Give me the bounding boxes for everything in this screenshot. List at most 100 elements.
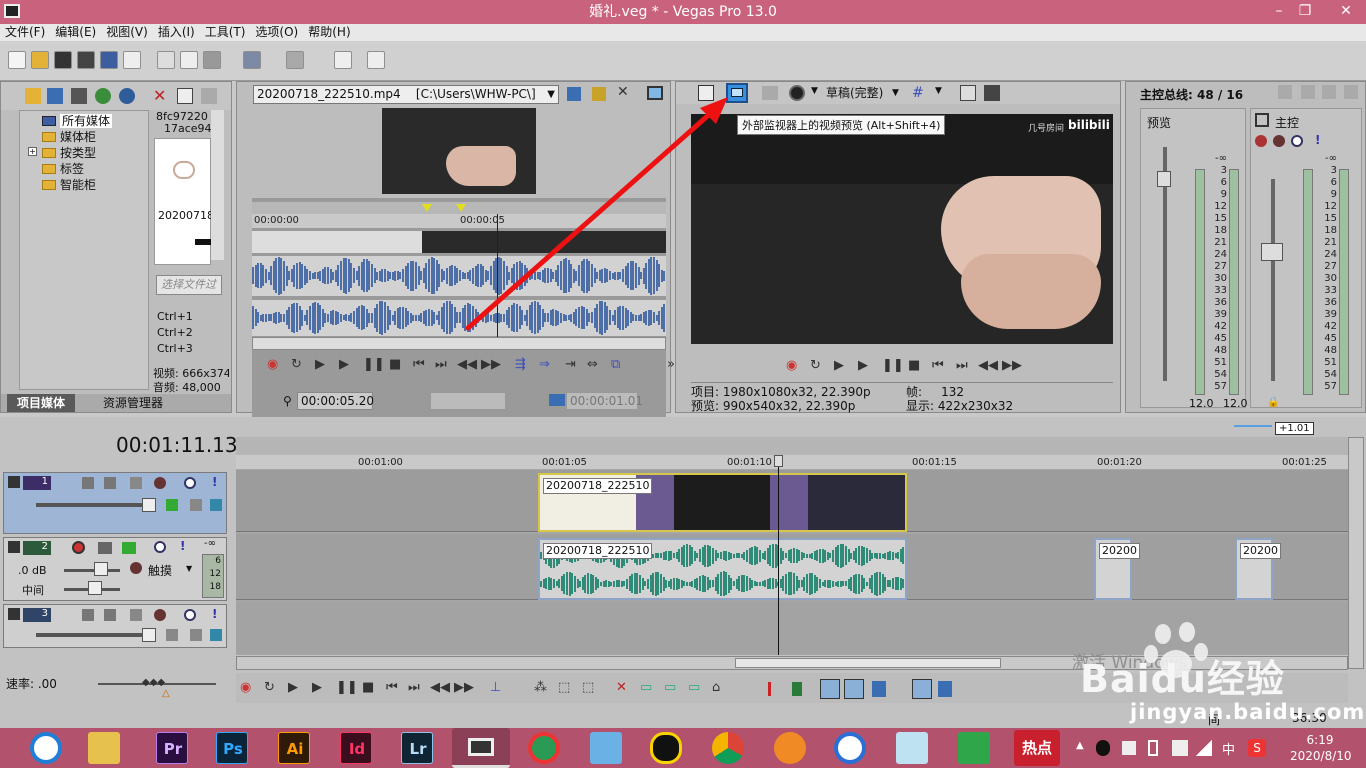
vegas-taskbar-icon[interactable] [452, 728, 510, 768]
go-start-icon[interactable]: ⏮ [932, 358, 944, 373]
media-search-input[interactable]: 选择文件过 [156, 275, 222, 295]
lock-envelope-icon[interactable] [938, 681, 952, 697]
thumb-scrollbar[interactable] [211, 110, 224, 260]
paste-icon[interactable] [203, 51, 221, 69]
go-end-icon[interactable]: ⏭ [408, 680, 420, 695]
import-media-icon[interactable] [25, 88, 41, 104]
track-menu-icon[interactable] [8, 608, 20, 620]
green-app-icon[interactable] [958, 732, 990, 764]
rate-thumb-icon[interactable]: ◆◆◆ [142, 677, 165, 688]
audio-clip-small-1[interactable]: 20200 [1094, 538, 1140, 600]
lightroom-icon[interactable]: Lr [401, 732, 433, 764]
menu-view[interactable]: 视图(V) [101, 24, 153, 41]
menu-tools[interactable]: 工具(T) [200, 24, 251, 41]
clock[interactable]: 6:19 2020/8/10 [1290, 732, 1352, 764]
timeline-marker-bar[interactable] [236, 437, 1348, 455]
search-media-icon[interactable] [119, 88, 135, 104]
play-from-start-icon[interactable]: ▶ [834, 358, 844, 373]
more-icon[interactable]: » [667, 357, 675, 372]
edit-tool-icon[interactable]: ⊥ [490, 680, 501, 695]
go-start-icon[interactable]: ⏮ [386, 680, 398, 695]
event-icon[interactable] [912, 679, 932, 699]
trimmer-file-select[interactable]: 20200718_222510.mp4 [C:\Users\WHW-PC\] ▼ [253, 85, 559, 104]
trimmer-monitor-icon[interactable] [647, 86, 663, 100]
qq-icon[interactable] [650, 732, 682, 764]
mixer-icon-2[interactable] [1301, 85, 1315, 99]
hot-news-button[interactable]: 热点 [1014, 730, 1060, 766]
master-fader[interactable] [1261, 243, 1283, 261]
overwrite-icon[interactable]: ⇥ [565, 357, 576, 372]
ime-indicator[interactable]: 中 [1222, 739, 1235, 758]
loop-icon[interactable]: ↻ [810, 358, 821, 373]
render-icon[interactable] [100, 51, 118, 69]
preview-properties-icon[interactable] [698, 85, 714, 101]
audio-clip-small-2[interactable]: 20200 [1235, 538, 1281, 600]
track-motion-icon[interactable] [82, 477, 94, 489]
play-icon[interactable]: ▶ [339, 357, 349, 372]
tree-item-smart-bins[interactable]: 智能柜 [42, 177, 148, 193]
record-icon[interactable]: ◉ [240, 680, 251, 695]
tray-flag-icon[interactable] [1122, 741, 1136, 755]
master-square-icon[interactable] [1255, 113, 1269, 127]
track-motion-icon[interactable] [82, 609, 94, 621]
track-icon-b[interactable] [190, 629, 202, 641]
stop-icon[interactable]: ■ [389, 357, 401, 372]
play-icon[interactable]: ▶ [312, 680, 322, 695]
track-fx-icon[interactable] [122, 542, 136, 554]
illustrator-icon[interactable]: Ai [278, 732, 310, 764]
track-opacity-slider[interactable] [36, 633, 156, 637]
loop-icon[interactable]: ↻ [291, 357, 302, 372]
remove-icon[interactable]: ✕ [153, 86, 166, 105]
video-clip[interactable]: 20200718_222510 [538, 473, 907, 532]
menu-insert[interactable]: 插入(I) [153, 24, 200, 41]
position-field[interactable]: 00:00:05.20 [297, 392, 374, 410]
bird-app-icon[interactable] [590, 732, 622, 764]
media-properties-icon[interactable] [177, 88, 193, 104]
track-solo-icon[interactable]: ! [180, 539, 185, 553]
track-opacity-thumb[interactable] [142, 498, 156, 512]
capture-icon[interactable] [47, 88, 63, 104]
save-snapshot-icon[interactable] [984, 85, 1000, 101]
track-mute-icon[interactable] [184, 609, 196, 621]
region-icon[interactable] [792, 682, 802, 696]
redo-icon[interactable] [286, 51, 304, 69]
media-thumbnail[interactable]: 20200718 [154, 138, 214, 265]
tree-item-bins[interactable]: 媒体柜 [42, 129, 148, 145]
go-start-icon[interactable]: ⏮ [413, 357, 425, 372]
go-end-icon[interactable]: ⏭ [956, 358, 968, 373]
expand-toggle-icon[interactable]: + [28, 147, 37, 156]
track-gear-icon[interactable] [154, 477, 166, 489]
track-mute-icon[interactable] [154, 541, 166, 553]
tray-network-icon[interactable] [1172, 740, 1188, 756]
stop-icon[interactable]: ■ [362, 680, 374, 695]
external-monitor-button[interactable] [726, 83, 748, 103]
save-icon[interactable] [54, 51, 72, 69]
app-icon[interactable] [4, 4, 20, 18]
out-marker-icon[interactable] [456, 204, 466, 212]
preview-fader[interactable] [1157, 171, 1171, 187]
selection-field[interactable] [430, 392, 506, 410]
new-file-icon[interactable] [8, 51, 26, 69]
pause-icon[interactable]: ❚❚ [363, 357, 385, 372]
fit-icon[interactable]: ⇔ [587, 357, 598, 372]
auto-crossfade-icon[interactable] [844, 679, 864, 699]
track-header-audio-2[interactable]: 2 ! -∞ .0 dB 触摸 ▼ 中间 6 12 18 [3, 537, 227, 601]
close-button[interactable]: ✕ [1326, 0, 1366, 24]
go-end-icon[interactable]: ⏭ [435, 357, 447, 372]
trim-start-icon[interactable]: ▭ [640, 680, 652, 695]
track-icon-b[interactable] [190, 499, 202, 511]
track-compositing-icon[interactable] [104, 477, 116, 489]
track-compositing-icon[interactable] [104, 609, 116, 621]
insert-icon[interactable]: ⇒ [539, 357, 550, 372]
split-screen-icon[interactable] [762, 86, 778, 100]
grid-dropdown-icon[interactable]: ▼ [935, 86, 942, 96]
loop-icon[interactable]: ↻ [264, 680, 275, 695]
snap-icon[interactable] [872, 681, 886, 697]
prev-frame-icon[interactable]: ◀◀ [978, 358, 998, 373]
in-marker-icon[interactable] [422, 204, 432, 212]
cut-icon[interactable] [157, 51, 175, 69]
trim-end-icon[interactable]: ▭ [664, 680, 676, 695]
web-icon[interactable] [95, 88, 111, 104]
pause-icon[interactable]: ❚❚ [882, 358, 904, 373]
mixer-icon-3[interactable] [1322, 85, 1336, 99]
